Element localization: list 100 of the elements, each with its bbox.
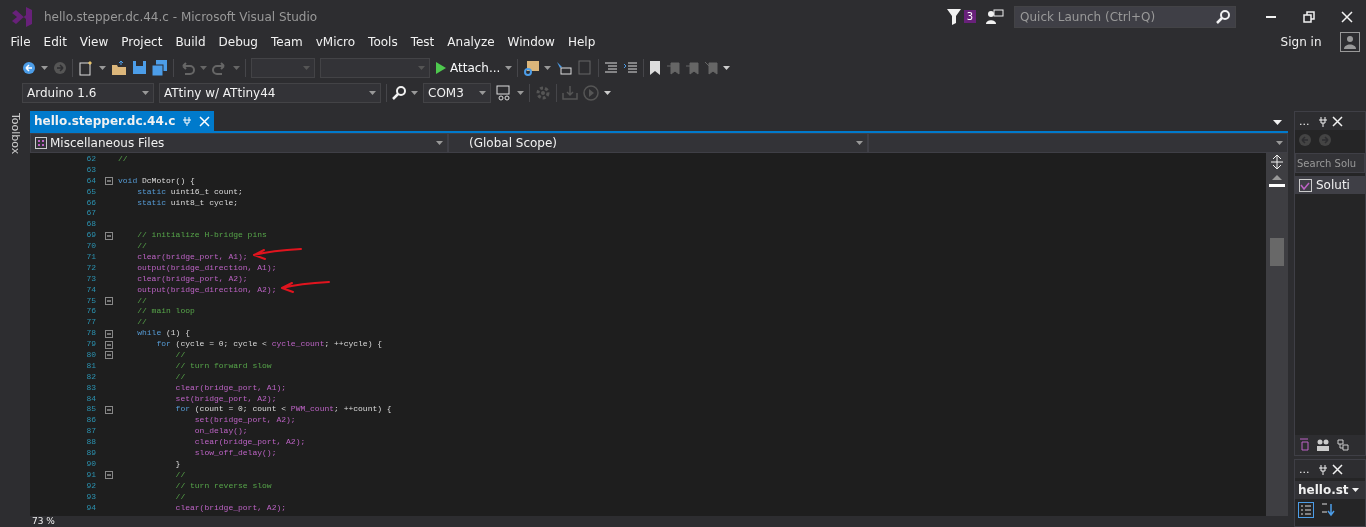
code-line: static uint16_t count;	[136, 186, 244, 198]
dropdown-caret-icon	[99, 65, 106, 70]
dropdown-caret-icon	[544, 65, 552, 70]
menu-item[interactable]: Edit	[37, 33, 74, 51]
quick-launch-field[interactable]: Quick Launch (Ctrl+Q)	[1014, 5, 1236, 28]
dropdown-caret-icon	[41, 65, 48, 70]
redo-icon[interactable]	[212, 59, 228, 76]
dropdown-caret-icon	[1276, 141, 1283, 145]
line-number: 93	[85, 491, 97, 503]
bookmark-clear-icon[interactable]	[704, 60, 719, 75]
menu-item[interactable]: View	[73, 33, 115, 51]
tab-list-dropdown-icon[interactable]	[1273, 120, 1282, 125]
collapse-icon[interactable]	[105, 297, 113, 305]
play-icon	[435, 60, 447, 75]
code-line: //	[136, 241, 148, 252]
attach-button[interactable]: Attach...	[435, 58, 501, 77]
menu-item[interactable]: Window	[501, 33, 562, 51]
save-icon[interactable]	[132, 60, 147, 75]
menu-item[interactable]: File	[4, 33, 38, 51]
line-number: 91	[85, 469, 97, 481]
code-line: clear(bridge_port, A2);	[193, 437, 307, 449]
collapse-icon[interactable]	[105, 231, 113, 240]
dropdown-caret-icon	[418, 65, 425, 70]
collapse-icon[interactable]	[105, 177, 113, 186]
tree-item[interactable]: Soluti	[1295, 176, 1365, 194]
bookmark-icon[interactable]	[649, 60, 662, 75]
open-folder-icon[interactable]	[111, 59, 127, 76]
toolbox-tab[interactable]: Toolbox	[6, 111, 24, 155]
collapse-icon[interactable]	[105, 471, 113, 480]
menu-item[interactable]: Help	[561, 33, 602, 51]
undo-icon[interactable]	[179, 59, 195, 76]
menu-item[interactable]: vMicro	[309, 33, 362, 51]
code-line: // turn forward slow	[174, 360, 273, 372]
account-avatar-icon[interactable]	[1340, 32, 1360, 52]
collapse-icon[interactable]	[105, 329, 113, 338]
line-number: 74	[85, 284, 97, 296]
scope-dropdown[interactable]: (Global Scope)	[448, 133, 868, 153]
search-field[interactable]: Search Solu	[1295, 153, 1365, 173]
find-in-files-icon[interactable]	[523, 59, 540, 76]
new-item-icon[interactable]	[78, 59, 94, 76]
code-line: // turn reverse slow	[174, 480, 273, 492]
back-button-icon[interactable]	[22, 60, 36, 75]
minimize-icon	[1265, 15, 1277, 18]
code-line: clear(bridge_port, A1);	[174, 382, 288, 394]
line-number: 83	[85, 382, 97, 394]
team-icon[interactable]	[1316, 438, 1330, 452]
filter-icon[interactable]	[946, 8, 961, 25]
split-handle-icon[interactable]	[1271, 155, 1283, 169]
object-dropdown[interactable]: hello.st	[1295, 481, 1365, 499]
panel-menu-button[interactable]: ...	[1299, 463, 1310, 475]
properties-icon[interactable]	[1298, 438, 1310, 451]
code-line: output(bridge_direction, A1);	[136, 262, 278, 274]
collapse-icon[interactable]	[105, 340, 113, 349]
code-line: set(bridge_port, A2);	[174, 393, 278, 405]
categorized-icon[interactable]	[1298, 502, 1314, 518]
menu-item[interactable]: Analyze	[440, 33, 502, 51]
dropdown-field[interactable]	[320, 57, 430, 78]
line-number: 70	[85, 241, 97, 252]
class-view-icon[interactable]	[1336, 438, 1350, 452]
line-number: 92	[85, 480, 97, 492]
code-line: //	[136, 295, 148, 307]
panel-menu-button[interactable]: ...	[1299, 115, 1310, 127]
menu-item[interactable]: Test	[404, 33, 441, 51]
processor-dropdown[interactable]: ATtiny w/ ATtiny44	[159, 82, 381, 103]
close-icon[interactable]	[1331, 463, 1343, 475]
dropdown-caret-icon	[479, 90, 486, 95]
feedback-icon[interactable]	[986, 8, 1004, 25]
collapse-icon[interactable]	[105, 405, 113, 414]
code-line: output(bridge_direction, A2);	[118, 284, 1266, 296]
scroll-up-icon[interactable]	[1272, 175, 1282, 180]
board-dropdown[interactable]: Arduino 1.6	[22, 82, 154, 103]
menu-item[interactable]: Project	[114, 33, 169, 51]
sign-in-link[interactable]: Sign in	[1274, 33, 1328, 51]
search-icon[interactable]	[392, 85, 406, 100]
save-all-icon[interactable]	[152, 59, 168, 76]
project-dropdown[interactable]: Miscellaneous Files	[30, 133, 448, 153]
menu-item[interactable]: Team	[264, 33, 310, 51]
collapse-icon[interactable]	[105, 351, 113, 360]
menu-item[interactable]: Build	[168, 33, 212, 51]
serial-monitor-icon[interactable]	[496, 84, 512, 101]
outdent-lines-icon[interactable]	[623, 60, 639, 75]
dropdown-caret-icon	[200, 65, 207, 70]
cursor-window-icon[interactable]	[556, 60, 573, 75]
close-icon[interactable]	[1331, 115, 1343, 127]
indent-lines-icon[interactable]	[604, 60, 619, 75]
scrollbar-thumb[interactable]	[1270, 238, 1284, 266]
code-line: //	[118, 154, 129, 165]
port-dropdown[interactable]: COM3	[423, 82, 491, 103]
dropdown-caret-icon	[1351, 488, 1359, 492]
menu-item[interactable]: Debug	[212, 33, 265, 51]
change-marker	[1269, 184, 1285, 187]
sort-alphabetical-icon[interactable]	[1320, 502, 1336, 518]
dropdown-caret-icon	[856, 141, 863, 145]
files-icon	[35, 137, 47, 149]
line-number: 86	[85, 415, 97, 427]
bookmark-next-icon[interactable]	[685, 60, 700, 75]
restore-icon	[1303, 10, 1315, 23]
dropdown-caret-icon	[233, 65, 240, 70]
menu-item[interactable]: Tools	[361, 33, 405, 51]
dropdown-field[interactable]	[251, 57, 315, 78]
